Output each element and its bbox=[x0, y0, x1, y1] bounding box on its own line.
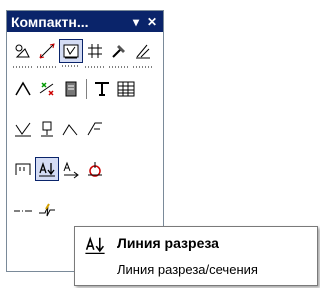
geometry-icon bbox=[63, 44, 79, 59]
spec-button[interactable] bbox=[59, 77, 83, 101]
break-line-button[interactable] bbox=[35, 199, 59, 223]
tooltip: Линия разреза Линия разреза/сечения bbox=[74, 226, 318, 286]
toolbar-row-3 bbox=[11, 117, 107, 141]
callout-icon bbox=[88, 162, 102, 177]
leader-icon bbox=[62, 124, 78, 136]
marking-button[interactable] bbox=[11, 157, 35, 181]
tooltip-title: Линия разреза bbox=[117, 235, 219, 251]
parametrize-icon bbox=[136, 44, 150, 59]
panel-title: Компактн... bbox=[11, 13, 89, 30]
text-icon bbox=[95, 82, 109, 96]
leader-button[interactable] bbox=[59, 117, 83, 141]
roughness-button[interactable] bbox=[11, 117, 35, 141]
axis-line-button[interactable] bbox=[11, 199, 35, 223]
dimension-icon bbox=[39, 43, 55, 59]
toolbar-row-1 bbox=[11, 39, 155, 68]
section-line-icon bbox=[39, 161, 55, 177]
select-icon bbox=[39, 82, 54, 96]
hatch-button[interactable] bbox=[83, 39, 107, 68]
dimension-button[interactable] bbox=[35, 39, 59, 68]
table-button[interactable] bbox=[114, 77, 138, 101]
tooltip-description: Линия разреза/сечения bbox=[117, 262, 258, 277]
edit-hammer-icon bbox=[112, 45, 125, 58]
section-line-button[interactable] bbox=[35, 157, 59, 181]
parametrize-button[interactable] bbox=[131, 39, 155, 68]
tolerance-icon bbox=[87, 122, 102, 136]
select-button[interactable] bbox=[35, 77, 59, 101]
point-marker-icon bbox=[15, 44, 30, 58]
geometry-button[interactable] bbox=[59, 39, 83, 67]
separator bbox=[86, 79, 87, 99]
point-marker-button[interactable] bbox=[11, 39, 35, 68]
marking-icon bbox=[15, 163, 31, 175]
measure-angle-icon bbox=[15, 81, 31, 96]
measure-button[interactable] bbox=[11, 77, 35, 101]
edit-button[interactable] bbox=[107, 39, 131, 68]
break-line-icon bbox=[39, 203, 55, 217]
base-button[interactable] bbox=[35, 117, 59, 141]
base-icon bbox=[41, 121, 53, 137]
axis-line-icon bbox=[14, 210, 32, 212]
menu-dropdown-icon[interactable]: ▾ bbox=[129, 15, 143, 29]
callout-button[interactable] bbox=[83, 157, 107, 181]
toolbar-row-4 bbox=[11, 157, 107, 181]
view-arrow-button[interactable] bbox=[59, 157, 83, 181]
close-icon[interactable]: ✕ bbox=[145, 15, 159, 29]
panel-titlebar[interactable]: Компактн... ▾ ✕ bbox=[7, 11, 163, 32]
view-arrow-icon bbox=[63, 161, 79, 179]
toolbar-row-2 bbox=[11, 77, 138, 101]
table-icon bbox=[117, 81, 135, 97]
toolbar-row-5 bbox=[11, 199, 59, 223]
hatch-icon bbox=[88, 44, 102, 58]
spec-icon bbox=[65, 81, 77, 97]
section-line-icon bbox=[85, 236, 105, 254]
tolerance-button[interactable] bbox=[83, 117, 107, 141]
text-button[interactable] bbox=[90, 77, 114, 101]
roughness-icon bbox=[15, 122, 31, 137]
